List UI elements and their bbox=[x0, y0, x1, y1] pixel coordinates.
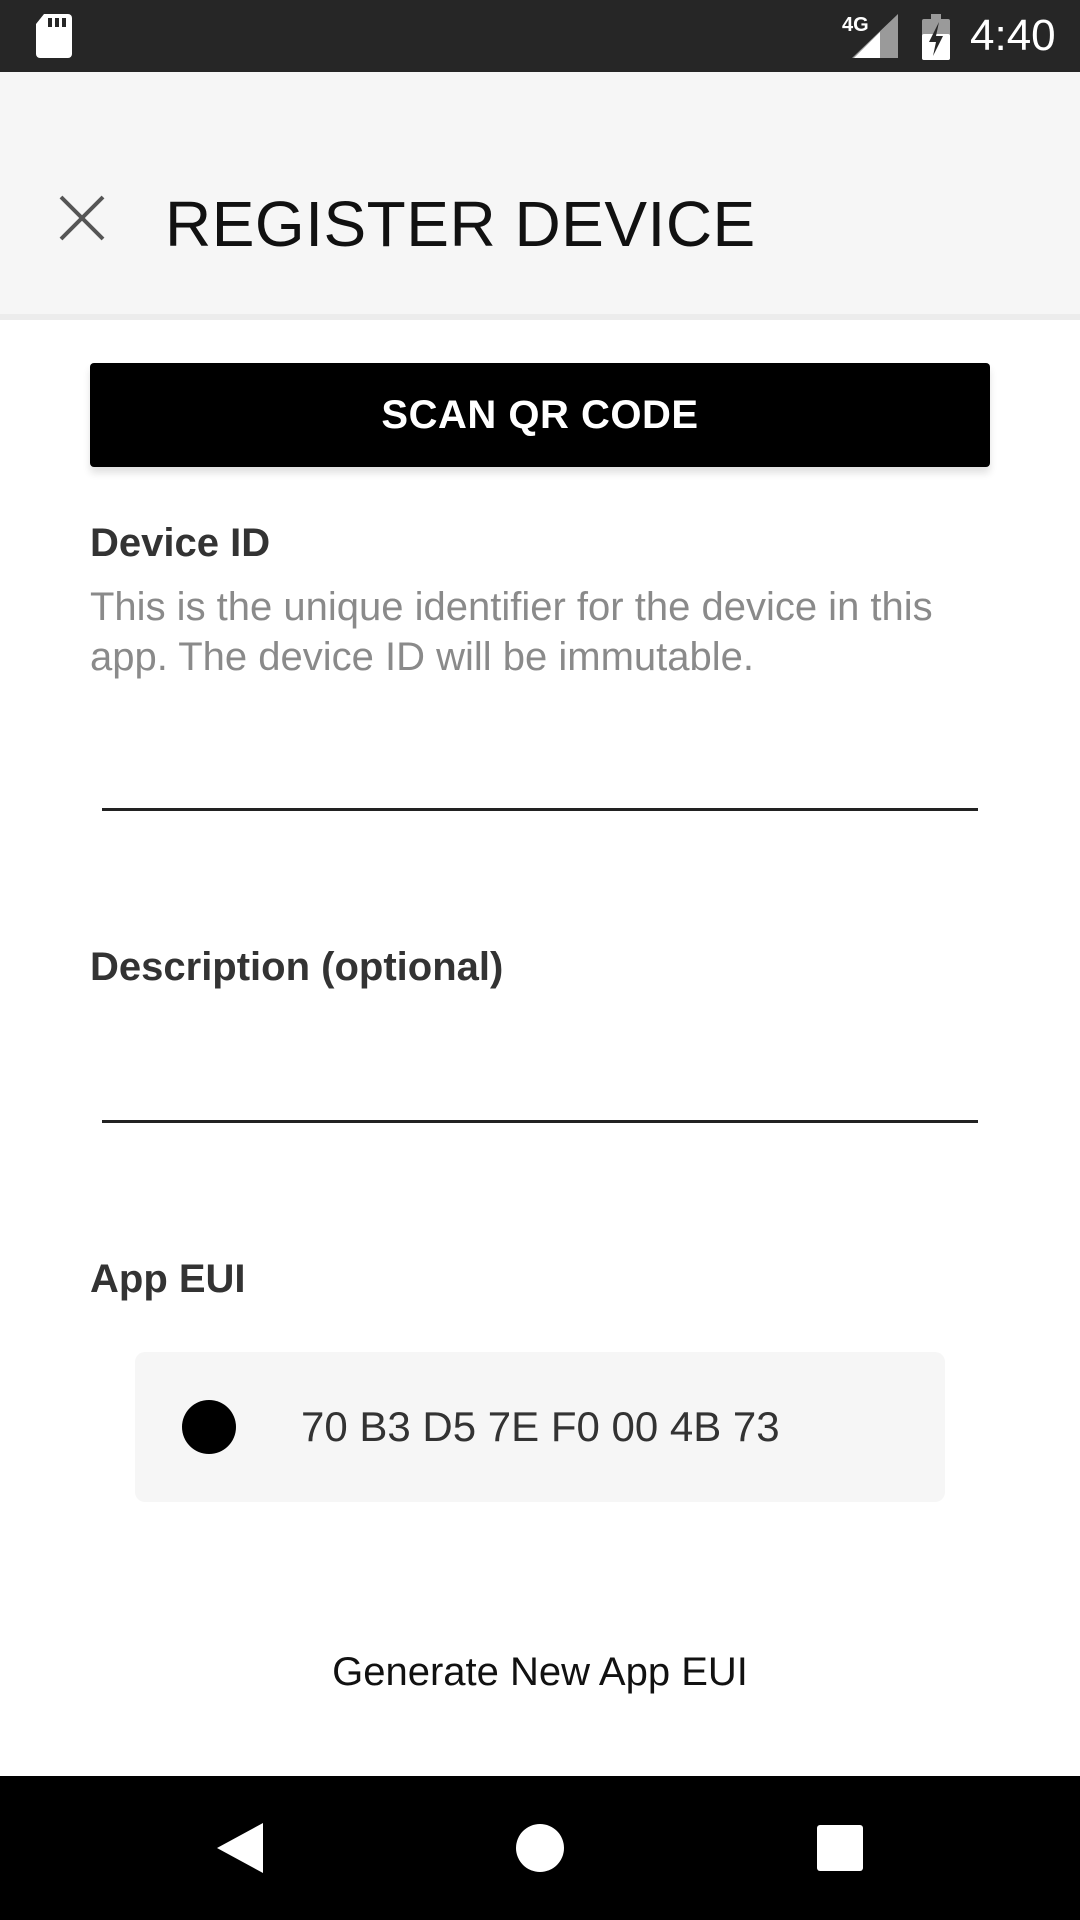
battery-charging-icon bbox=[922, 14, 950, 60]
description-label: Description (optional) bbox=[90, 945, 504, 989]
recents-button[interactable] bbox=[788, 1796, 892, 1900]
home-icon bbox=[516, 1824, 564, 1872]
app-bar-divider bbox=[0, 314, 1080, 320]
navigation-bar bbox=[0, 1776, 1080, 1920]
app-eui-option[interactable]: 70 B3 D5 7E F0 00 4B 73 bbox=[135, 1352, 945, 1502]
back-icon bbox=[217, 1823, 263, 1873]
radio-selected-icon[interactable] bbox=[182, 1400, 236, 1454]
generate-new-app-eui-button[interactable]: Generate New App EUI bbox=[0, 1644, 1080, 1700]
sd-card-icon bbox=[36, 14, 72, 58]
close-icon bbox=[59, 195, 105, 241]
page-title: REGISTER DEVICE bbox=[165, 188, 756, 260]
description-input[interactable] bbox=[102, 1050, 978, 1123]
home-button[interactable] bbox=[488, 1796, 592, 1900]
recents-icon bbox=[817, 1825, 863, 1871]
status-bar: 4G 4:40 bbox=[0, 0, 1080, 72]
device-id-help-text: This is the unique identifier for the de… bbox=[90, 585, 933, 679]
app-eui-label: App EUI bbox=[90, 1257, 246, 1301]
back-button[interactable] bbox=[188, 1796, 292, 1900]
clock: 4:40 bbox=[970, 11, 1056, 60]
signal-icon bbox=[852, 14, 898, 58]
scan-qr-code-button[interactable]: SCAN QR CODE bbox=[90, 363, 990, 467]
close-button[interactable] bbox=[44, 180, 120, 256]
device-id-input[interactable] bbox=[102, 738, 978, 811]
device-id-label: Device ID bbox=[90, 521, 271, 565]
app-eui-value: 70 B3 D5 7E F0 00 4B 73 bbox=[301, 1403, 780, 1450]
